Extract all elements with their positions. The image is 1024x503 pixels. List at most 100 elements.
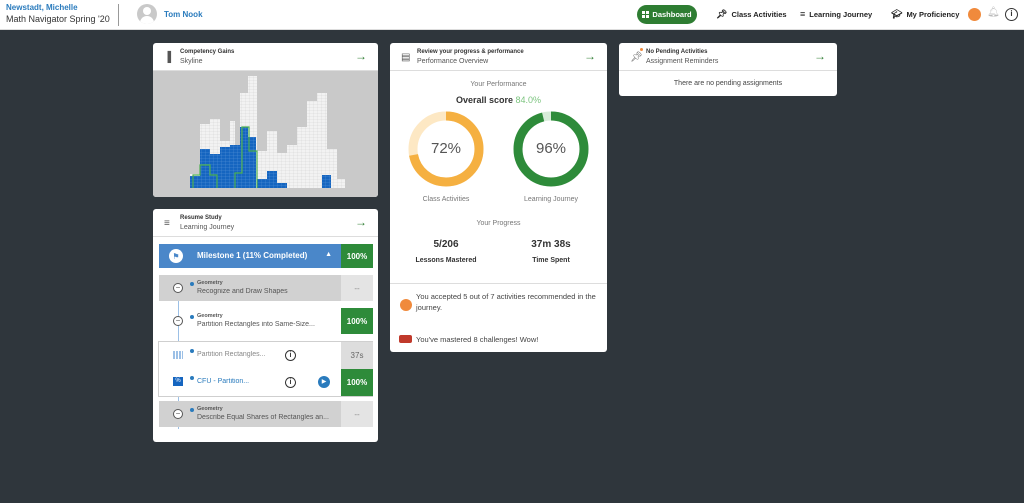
class-activities-label: Class Activities bbox=[422, 196, 470, 203]
competency-subtitle: Skyline bbox=[180, 58, 203, 65]
lessons-mastered-label: Lessons Mastered bbox=[415, 257, 477, 264]
student-info: Newstadt, Michelle Math Navigator Spring… bbox=[6, 3, 110, 24]
list-item[interactable]: − Geometry Describe Equal Shares of Rect… bbox=[159, 401, 373, 427]
learning-journey-value: 96% bbox=[535, 140, 567, 157]
status-dot bbox=[190, 282, 194, 286]
pending-message: There are no pending assignments bbox=[673, 80, 783, 87]
milestone-label: Milestone 1 (11% Completed) bbox=[197, 251, 308, 260]
rocket-icon[interactable] bbox=[968, 8, 981, 21]
status-dot bbox=[190, 315, 194, 319]
document-icon: ▤ bbox=[401, 52, 411, 63]
arrow-right-icon[interactable]: → bbox=[814, 49, 826, 63]
time-spent-value: 37m 38s bbox=[531, 239, 571, 250]
item-title: Partition Rectangles... bbox=[197, 351, 266, 358]
skyline-mastered bbox=[200, 149, 210, 188]
nav-class-activities[interactable]: 📌︎ Class Activities bbox=[716, 9, 787, 20]
worksheet-icon bbox=[173, 351, 183, 359]
top-bar: Newstadt, Michelle Math Navigator Spring… bbox=[0, 0, 1024, 30]
info-icon[interactable]: i bbox=[285, 377, 296, 388]
resume-subtitle: Learning Journey bbox=[180, 224, 235, 231]
milestone-row[interactable]: ⚑ Milestone 1 (11% Completed) ▲ 100% bbox=[159, 244, 373, 268]
skyline-mastered bbox=[267, 171, 277, 188]
list-item[interactable]: % CFU - Partition... i ▶ 100% bbox=[159, 369, 373, 396]
list-item[interactable]: Partition Rectangles... i 37s bbox=[159, 342, 373, 369]
pin-icon: 📌︎ bbox=[716, 9, 728, 19]
performance-header[interactable]: ▤ Review your progress & performance Per… bbox=[390, 43, 607, 71]
performance-title: Review your progress & performance bbox=[417, 49, 524, 55]
skyline-column bbox=[297, 127, 307, 188]
item-subject: Geometry bbox=[197, 280, 223, 286]
resume-study-card: ≡ Resume Study Learning Journey → ⚑ Mile… bbox=[153, 209, 378, 442]
lines-icon: ≡ bbox=[800, 9, 806, 19]
performance-card: ▤ Review your progress & performance Per… bbox=[390, 43, 607, 352]
learning-journey-label: Learning Journey bbox=[523, 196, 579, 203]
pending-subtitle: Assignment Reminders bbox=[646, 58, 719, 65]
status-dot bbox=[190, 376, 194, 380]
graduation-cap-icon: 🎓︎ bbox=[891, 9, 903, 19]
item-subject: Geometry bbox=[197, 406, 223, 412]
bell-icon[interactable]: 🔔︎ bbox=[987, 7, 1000, 18]
milestone-percent: 100% bbox=[341, 244, 373, 268]
nav-my-proficiency[interactable]: 🎓︎ My Proficiency bbox=[891, 9, 959, 20]
pending-header[interactable]: 📌︎ No Pending Activities Assignment Remi… bbox=[619, 43, 837, 71]
minus-circle-icon[interactable]: − bbox=[173, 409, 183, 419]
info-icon[interactable]: i bbox=[285, 350, 296, 361]
pending-title: No Pending Activities bbox=[646, 49, 708, 55]
skyline-column bbox=[287, 145, 297, 188]
skyline-mastered bbox=[210, 154, 220, 188]
item-status: 100% bbox=[341, 369, 373, 396]
item-status: -- bbox=[341, 401, 373, 427]
nav-learning-journey[interactable]: ≡ Learning Journey bbox=[800, 9, 872, 19]
play-icon[interactable]: ▶ bbox=[318, 376, 330, 388]
nav-class-activities-label: Class Activities bbox=[731, 10, 787, 19]
nav-dashboard-label: Dashboard bbox=[652, 10, 692, 19]
course-name: Math Navigator Spring '20 bbox=[6, 14, 110, 24]
competency-header[interactable]: ▐ Competency Gains Skyline → bbox=[153, 43, 378, 71]
your-performance-label: Your Performance bbox=[470, 81, 527, 88]
header-divider bbox=[118, 4, 119, 26]
item-status: -- bbox=[341, 275, 373, 301]
skyline-chart bbox=[153, 71, 378, 197]
time-spent-label: Time Spent bbox=[532, 257, 570, 264]
arrow-right-icon[interactable]: → bbox=[355, 215, 367, 229]
resume-title: Resume Study bbox=[180, 215, 222, 221]
list-item[interactable]: − Geometry Recognize and Draw Shapes -- bbox=[159, 275, 373, 301]
item-status: 100% bbox=[341, 308, 373, 334]
item-title: Describe Equal Shares of Rectangles an..… bbox=[197, 414, 329, 421]
crown-icon bbox=[399, 335, 412, 343]
item-title: Recognize and Draw Shapes bbox=[197, 288, 288, 295]
skyline-svg bbox=[190, 76, 345, 188]
nav-dashboard-button[interactable]: Dashboard bbox=[637, 5, 697, 24]
recommendation-note: You accepted 5 out of 7 activities recom… bbox=[416, 292, 596, 312]
pin-icon: 📌︎ bbox=[630, 52, 643, 63]
item-subject: Geometry bbox=[197, 313, 223, 319]
chevron-up-icon[interactable]: ▲ bbox=[325, 251, 332, 258]
minus-circle-icon[interactable]: − bbox=[173, 283, 183, 293]
arrow-right-icon[interactable]: → bbox=[355, 49, 367, 63]
milestone-bar[interactable]: ⚑ Milestone 1 (11% Completed) ▲ bbox=[159, 244, 341, 268]
your-progress-label: Your Progress bbox=[476, 220, 521, 227]
nav-my-proficiency-label: My Proficiency bbox=[906, 10, 960, 19]
skyline-mastered bbox=[257, 179, 267, 188]
list-item[interactable]: − Geometry Partition Rectangles into Sam… bbox=[159, 308, 373, 334]
item-status: 37s bbox=[341, 342, 373, 369]
skyline-mastered bbox=[240, 127, 248, 188]
notification-dot bbox=[640, 48, 643, 51]
challenges-note: You've mastered 8 challenges! Wow! bbox=[416, 335, 539, 344]
teacher-avatar bbox=[137, 4, 157, 24]
resume-header[interactable]: ≡ Resume Study Learning Journey → bbox=[153, 209, 378, 237]
status-dot bbox=[190, 408, 194, 412]
skyline-mastered bbox=[322, 175, 331, 188]
bar-chart-icon: ▐ bbox=[164, 52, 172, 63]
student-name[interactable]: Newstadt, Michelle bbox=[6, 3, 110, 12]
minus-circle-icon[interactable]: − bbox=[173, 316, 183, 326]
percent-quiz-icon: % bbox=[173, 377, 183, 386]
skyline-column bbox=[317, 93, 327, 188]
nav-learning-journey-label: Learning Journey bbox=[809, 9, 873, 19]
overall-value: 84.0% bbox=[515, 95, 542, 105]
skyline-mastered bbox=[190, 176, 200, 188]
competency-gains-card: ▐ Competency Gains Skyline → bbox=[153, 43, 378, 197]
teacher-name[interactable]: Tom Nook bbox=[164, 10, 203, 19]
info-icon[interactable]: i bbox=[1005, 8, 1018, 21]
arrow-right-icon[interactable]: → bbox=[584, 49, 596, 63]
